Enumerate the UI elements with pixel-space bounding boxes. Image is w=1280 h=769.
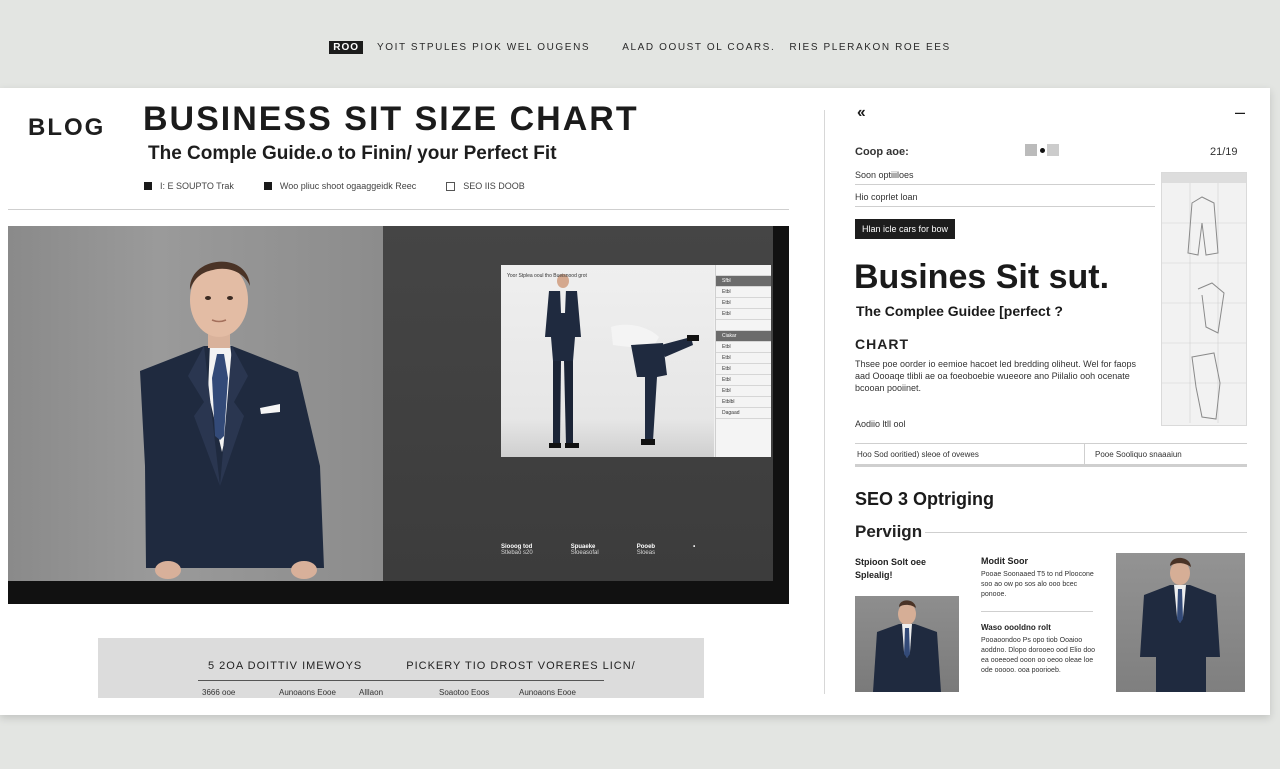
sidebar-paragraph: Thsee poe oorder io eemioe hacoet led br… [855,359,1137,393]
inset-table-row: Sfbl [716,276,771,287]
hero-caption: Spuaeke Sloeasofal [570,544,599,556]
divider [8,209,789,210]
inset-caption: Yoor Stplea ooul tho Bueisnood grot [507,273,587,279]
toggle-dot-icon[interactable] [1037,144,1047,156]
inset-table-row: Ciakar [716,331,771,342]
sidebar-label: Coop aoe: [855,146,909,158]
section-heading: Perviign [855,522,923,541]
subtable-cell[interactable]: Pooe Sooliquo snaaaiun [1085,444,1182,464]
meta-item[interactable]: SEO IIS DOOB [446,181,525,191]
model-portrait-photo [8,226,383,581]
cta-button[interactable]: Hlan icle cars for bow [855,219,956,239]
inset-table-row [716,320,771,331]
inset-table-row: Etbl [716,364,771,375]
sidebar-subheading: The Complee Guidee [perfect ? [856,303,1063,319]
hero-captions: Siooog tod Stlebao s20 Spuaeke Sloeasofal … [501,544,695,556]
sidebar-link[interactable]: Soon optiiiloes [855,170,914,180]
models-illustration [545,274,699,448]
divider [855,184,1155,185]
card-body: Pooae Soonaaed T5 to nd Ploocone soo ao … [981,571,1094,598]
site-logo-tag[interactable]: ROO [329,40,363,54]
sidebar-small-label: Aodiio ltll ool [855,419,906,429]
sidebar-date: 21/19 [1210,146,1238,158]
suit-model-photo[interactable] [1116,553,1245,692]
toggle-segment[interactable] [1025,144,1037,156]
divider [855,206,1155,207]
card-title: Stpioon Solt oee Splealig! [855,557,926,580]
table-columns: 3666 ooe Aunoaons Eooe Alllaon Soaotoo E… [202,688,599,697]
inset-table-row [716,265,771,276]
sidebar-link[interactable]: Hio coprlet loan [855,192,918,202]
top-nav: ROO YOIT STPULES PIOK WEL OUGENS ALAD OO… [0,38,1280,56]
post-meta: I: E SOUPTO Trak Woo pliuc shoot ogaagge… [144,181,525,191]
inset-size-table: Sfbl Etbl Etbl Etbl Ciakar Etbl Etbl Etbl Etbl Et… [715,265,771,457]
table-column: Aunoaons Eooe [279,688,336,697]
inset-table-row: Etbl [716,342,771,353]
suit-sketch-illustration [1162,183,1246,423]
hero-caption: Siooog tod Stlebao s20 [501,544,533,556]
two-models-photo: Yoor Stplea ooul tho Bueisnood grot [501,265,714,457]
minimize-icon[interactable]: – [1235,102,1245,123]
inset-table-row: Dagaad [716,408,771,419]
table-column: Alllaon [359,688,384,697]
subtable-cell[interactable]: Hoo Sod ooritied) sleoe of ovewes [855,444,1085,464]
table-heading: 5 2OA DOITTIV IMEWOYS [208,660,363,672]
suited-man-illustration [140,261,324,579]
table-headings: 5 2OA DOITTIV IMEWOYS PICKERY TIO DROST … [208,660,636,672]
nav-link-2[interactable]: ALAD OOUST OL COARS. [622,42,775,53]
back-chevrons-icon[interactable]: ‹‹ [857,104,866,122]
toggle-segment[interactable] [1047,144,1059,156]
inset-table-row: Etbl [716,298,771,309]
card-title: Waso oooldno rolt [981,623,1051,632]
table-column: Soaotoo Eoos [439,688,490,697]
sidebar-subtable: Hoo Sod ooritied) sleoe of ovewes Pooe S… [855,443,1247,467]
divider [925,532,1247,533]
square-icon [144,182,152,190]
card-title: Modit Soor [981,556,1028,566]
inset-table-row: Etbl [716,309,771,320]
nav-link-3[interactable]: RIES PLERAKON ROE EES [789,42,950,53]
divider [981,611,1093,612]
table-heading: PICKERY TIO DROST VORERES LICN/ [406,660,636,672]
hero-caption: Pooeb Sloeas [636,544,656,556]
suit-thumbnail-photo[interactable] [855,596,959,692]
table-column: Aunoaons Eooe [519,688,576,697]
table-rule [198,680,604,681]
table-column: 3666 ooe [202,688,236,697]
caption-dot-icon: • [693,544,696,550]
sidebar-section-title: CHART [855,336,909,352]
inset-table-row: Etbl [716,375,771,386]
view-toggle[interactable] [1025,144,1059,156]
meta-item[interactable]: Woo pliuc shoot ogaaggeidk Reec [263,181,416,191]
inset-table-row: Etblbl [716,397,771,408]
inset-table-row: Etbl [716,386,771,397]
sidebar: ‹‹ – Coop aoe: 21/19 Soon optiiiloes Hio… [824,102,1247,694]
page-subtitle: The Comple Guide.o to Finin/ your Perfec… [148,143,557,164]
tech-drawing-image [1161,172,1247,426]
inset-table-row: Etbl [716,287,771,298]
checkbox-icon [446,181,456,191]
seo-heading: SEO 3 Optriging [855,489,995,509]
card-body: Pooaoondoo Ps opo tiob Ooaioo aoddno. Dl… [981,637,1096,674]
size-table-preview: 5 2OA DOITTIV IMEWOYS PICKERY TIO DROST … [98,638,704,698]
inset-lookbook[interactable]: Yoor Stplea ooul tho Bueisnood grot Sfbl… [501,265,771,457]
sidebar-heading: Busines Sit sut. [854,258,1110,296]
page-title: BUSINESS SIT SIZE CHART [143,100,639,138]
meta-item[interactable]: I: E SOUPTO Trak [144,181,234,191]
blog-label[interactable]: BLOG [28,114,105,142]
hero-image: Yoor Stplea ooul tho Bueisnood grot Sfbl… [8,226,789,604]
nav-link-1[interactable]: YOIT STPULES PIOK WEL OUGENS [377,42,590,53]
inset-table-row: Etbl [716,353,771,364]
square-icon [263,182,272,190]
hero-backdrop: Yoor Stplea ooul tho Bueisnood grot Sfbl… [383,226,773,581]
